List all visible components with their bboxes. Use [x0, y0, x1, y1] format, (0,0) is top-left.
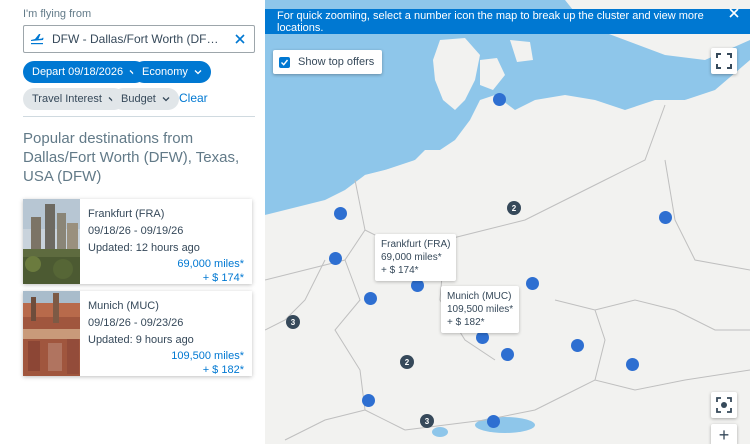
card-dates: 09/18/26 - 09/19/26 — [88, 225, 184, 237]
card-destination-name: Munich (MUC) — [88, 300, 159, 312]
budget-label: Budget — [121, 93, 156, 105]
travel-interest-dropdown[interactable]: Travel Interest — [23, 88, 125, 110]
card-updated: Updated: 12 hours ago — [88, 242, 200, 254]
map-pin[interactable] — [626, 358, 639, 371]
map-cluster[interactable]: 2 — [400, 355, 414, 369]
frankfurt-photo — [23, 199, 80, 284]
map-pin[interactable] — [659, 211, 672, 224]
popup-taxes: + $ 174* — [381, 265, 419, 276]
popup-taxes: + $ 182* — [447, 317, 485, 328]
map-pin[interactable] — [493, 93, 506, 106]
destination-card-frankfurt[interactable]: Frankfurt (FRA) 09/18/26 - 09/19/26 Upda… — [23, 199, 252, 284]
card-taxes: + $ 174* — [202, 272, 244, 284]
card-taxes: + $ 182* — [202, 364, 244, 376]
card-dates: 09/18/26 - 09/23/26 — [88, 317, 184, 329]
map-pin[interactable] — [362, 394, 375, 407]
map-cluster[interactable]: 3 — [286, 315, 300, 329]
card-destination-name: Frankfurt (FRA) — [88, 208, 165, 220]
destination-card-munich[interactable]: Munich (MUC) 09/18/26 - 09/23/26 Updated… — [23, 291, 252, 376]
clear-filters-link[interactable]: Clear — [179, 91, 208, 105]
map-pin[interactable] — [501, 348, 514, 361]
map-cluster[interactable]: 3 — [420, 414, 434, 428]
travel-interest-label: Travel Interest — [32, 93, 102, 105]
munich-photo — [23, 291, 80, 376]
depart-date-dropdown[interactable]: Depart 09/18/2026 — [23, 61, 147, 83]
map-pin[interactable] — [334, 207, 347, 220]
map-pin[interactable] — [364, 292, 377, 305]
checkbox-checked-icon[interactable] — [279, 56, 290, 68]
search-panel: I'm flying from DFW - Dallas/Fort Worth … — [0, 0, 265, 444]
fullscreen-button[interactable] — [711, 48, 737, 74]
close-banner-icon[interactable] — [728, 6, 740, 18]
clear-origin-icon[interactable] — [232, 31, 248, 47]
chevron-down-icon — [162, 97, 170, 102]
map-pin[interactable] — [329, 252, 342, 265]
popup-miles: 69,000 miles* — [381, 252, 442, 263]
locate-button[interactable] — [711, 392, 737, 418]
popup-destination-name: Munich (MUC) — [447, 291, 512, 302]
card-miles: 109,500 miles* — [171, 350, 244, 362]
zoom-tip-text: For quick zooming, select a number icon … — [277, 9, 704, 34]
zoom-in-button[interactable]: + — [711, 424, 737, 444]
card-updated: Updated: 9 hours ago — [88, 334, 194, 346]
popup-destination-name: Frankfurt (FRA) — [381, 239, 451, 250]
origin-value: DFW - Dallas/Fort Worth (DFW), Texas, U.… — [52, 32, 227, 46]
plus-icon: + — [718, 425, 730, 444]
map-pin[interactable] — [571, 339, 584, 352]
map-pin[interactable] — [487, 415, 500, 428]
map-popup-frankfurt[interactable]: Frankfurt (FRA) 69,000 miles* + $ 174* — [375, 234, 457, 281]
popular-destinations-title: Popular destinations from Dallas/Fort Wo… — [23, 130, 240, 185]
locate-icon — [716, 397, 732, 413]
chevron-down-icon — [194, 70, 202, 75]
zoom-tip-banner: For quick zooming, select a number icon … — [265, 9, 750, 34]
origin-input[interactable]: DFW - Dallas/Fort Worth (DFW), Texas, U.… — [23, 25, 255, 53]
plane-icon — [30, 32, 44, 46]
popup-miles: 109,500 miles* — [447, 304, 514, 315]
map-pin[interactable] — [526, 277, 539, 290]
flying-from-label: I'm flying from — [23, 8, 92, 20]
depart-date-label: Depart 09/18/2026 — [32, 66, 124, 78]
budget-dropdown[interactable]: Budget — [112, 88, 179, 110]
divider — [23, 116, 255, 117]
map-popup-munich[interactable]: Munich (MUC) 109,500 miles* + $ 182* — [441, 286, 520, 333]
map-cluster[interactable]: 2 — [507, 201, 521, 215]
show-top-offers-label: Show top offers — [298, 56, 375, 68]
cabin-dropdown[interactable]: Economy — [133, 61, 211, 83]
fullscreen-icon — [716, 53, 732, 69]
destination-map[interactable]: For quick zooming, select a number icon … — [265, 0, 750, 444]
card-miles: 69,000 miles* — [177, 258, 244, 270]
show-top-offers-toggle[interactable]: Show top offers — [273, 50, 383, 74]
cabin-label: Economy — [142, 66, 188, 78]
